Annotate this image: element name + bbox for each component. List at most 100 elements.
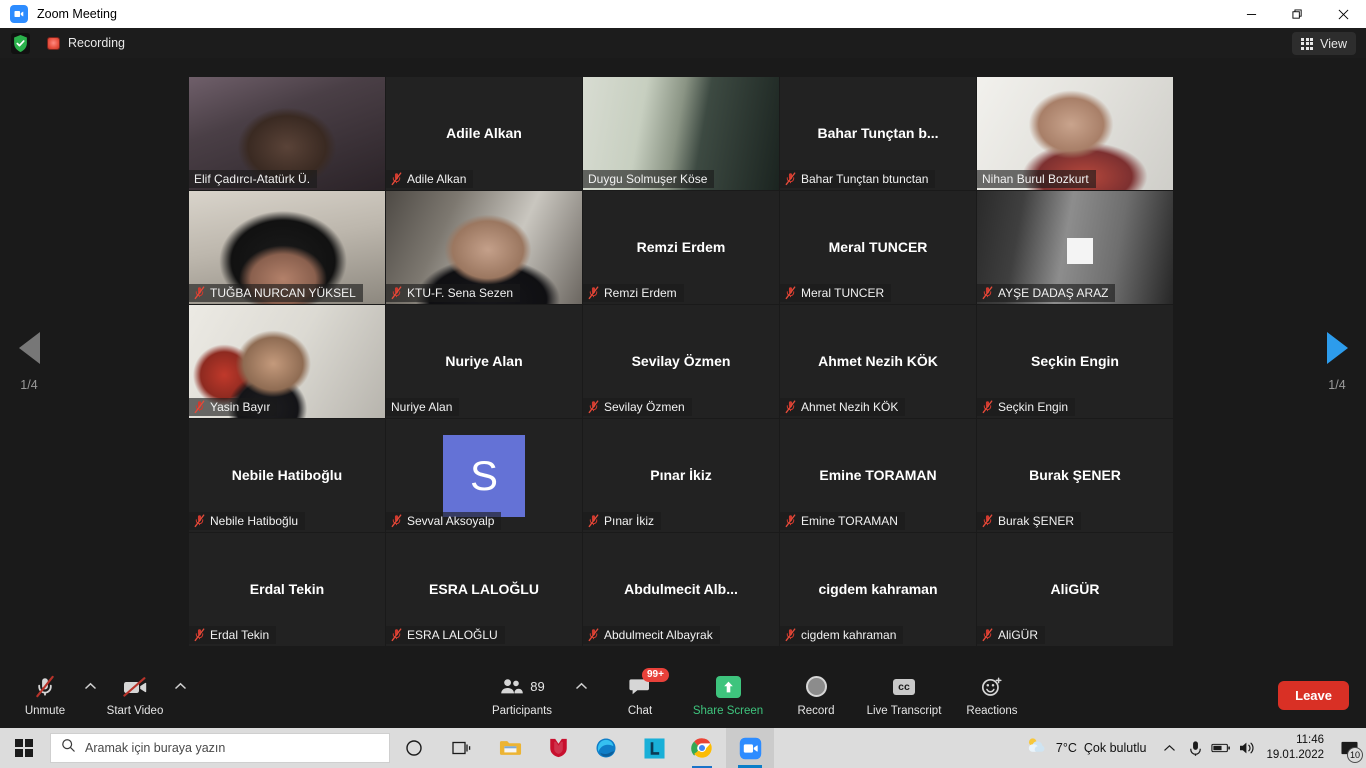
close-button[interactable] xyxy=(1320,0,1366,28)
participant-tile[interactable]: Seçkin EnginSeçkin Engin xyxy=(977,305,1173,418)
video-options-button[interactable] xyxy=(166,668,194,726)
next-page-button[interactable]: 1/4 xyxy=(1308,332,1366,392)
live-transcript-button[interactable]: cc Live Transcript xyxy=(860,668,948,726)
participant-tile[interactable]: Meral TUNCERMeral TUNCER xyxy=(780,191,976,304)
view-button[interactable]: View xyxy=(1292,32,1356,55)
participant-tile[interactable]: cigdem kahramancigdem kahraman xyxy=(780,533,976,646)
people-icon: 89 xyxy=(499,674,544,700)
participants-button[interactable]: 89 Participants xyxy=(478,668,566,726)
participant-tile[interactable]: Elif Çadırcı-Atatürk Ü. xyxy=(189,77,385,190)
participant-display-name: Abdulmecit Alb... xyxy=(616,581,746,598)
previous-page-button[interactable]: 1/4 xyxy=(0,332,58,392)
recording-label: Recording xyxy=(68,36,125,50)
participant-name-label: Adile Alkan xyxy=(407,172,466,186)
tray-expand-chevron-up-icon[interactable] xyxy=(1156,744,1182,753)
unmute-button[interactable]: Unmute xyxy=(14,668,76,726)
participant-tile[interactable]: Nuriye AlanNuriye Alan xyxy=(386,305,582,418)
participant-tile[interactable]: Duygu Solmuşer Köse xyxy=(583,77,779,190)
participant-name-label: Meral TUNCER xyxy=(801,286,884,300)
view-label: View xyxy=(1320,37,1347,51)
participant-display-name: Ahmet Nezih KÖK xyxy=(810,353,946,370)
reactions-button[interactable]: Reactions xyxy=(948,668,1036,726)
participant-name-bar: Yasin Bayır xyxy=(189,398,277,416)
taskbar-app-mcafee[interactable] xyxy=(534,728,582,768)
start-video-button[interactable]: Start Video xyxy=(104,668,166,726)
battery-icon[interactable] xyxy=(1208,742,1234,754)
encryption-shield-icon[interactable] xyxy=(11,33,30,54)
participant-name-bar: Bahar Tunçtan btunctan xyxy=(780,170,935,188)
participant-name-bar: Pınar İkiz xyxy=(583,512,661,530)
participant-name-label: Elif Çadırcı-Atatürk Ü. xyxy=(194,172,310,186)
window-title-bar: Zoom Meeting xyxy=(0,0,1366,28)
recording-indicator[interactable]: Recording xyxy=(47,36,125,50)
task-view-icon[interactable] xyxy=(438,728,486,768)
smiley-reaction-icon xyxy=(980,674,1004,700)
participant-name-label: Sevilay Özmen xyxy=(604,400,685,414)
system-tray: 7°C Çok bulutlu 11:46 xyxy=(1025,728,1366,768)
share-screen-button[interactable]: Share Screen xyxy=(684,668,772,726)
maximize-restore-button[interactable] xyxy=(1274,0,1320,28)
taskbar-clock[interactable]: 11:46 19.01.2022 xyxy=(1260,733,1332,764)
share-screen-label: Share Screen xyxy=(693,705,763,717)
speaker-icon[interactable] xyxy=(1234,740,1260,756)
search-input[interactable]: Aramak için buraya yazın xyxy=(50,733,390,763)
participant-tile[interactable]: Nihan Burul Bozkurt xyxy=(977,77,1173,190)
participants-label: Participants xyxy=(492,705,552,717)
action-center-icon[interactable]: 10 xyxy=(1332,728,1366,768)
participant-display-name: Adile Alkan xyxy=(438,125,530,142)
windows-start-icon[interactable] xyxy=(0,728,48,768)
participant-name-label: Pınar İkiz xyxy=(604,514,654,528)
participant-name-label: Duygu Solmuşer Köse xyxy=(588,172,707,186)
participant-tile[interactable]: Pınar İkizPınar İkiz xyxy=(583,419,779,532)
taskbar-app-chrome[interactable] xyxy=(678,728,726,768)
participant-tile[interactable]: AYŞE DADAŞ ARAZ xyxy=(977,191,1173,304)
taskbar-app-file-explorer[interactable] xyxy=(486,728,534,768)
participant-name-label: Nuriye Alan xyxy=(391,400,452,414)
participant-tile[interactable]: KTU-F. Sena Sezen xyxy=(386,191,582,304)
live-transcript-label: Live Transcript xyxy=(867,705,942,717)
microphone-icon[interactable] xyxy=(1182,740,1208,757)
participant-name-label: Emine TORAMAN xyxy=(801,514,898,528)
record-button[interactable]: Record xyxy=(772,668,860,726)
participant-tile[interactable]: TUĞBA NURCAN YÜKSEL xyxy=(189,191,385,304)
windows-taskbar: Aramak için buraya yazın xyxy=(0,728,1366,768)
participant-tile[interactable]: Sevilay ÖzmenSevilay Özmen xyxy=(583,305,779,418)
participant-tile[interactable]: ESRA LALOĞLUESRA LALOĞLU xyxy=(386,533,582,646)
taskbar-app-edge[interactable] xyxy=(582,728,630,768)
participants-options-button[interactable] xyxy=(566,668,596,726)
muted-microphone-icon xyxy=(194,514,205,528)
reactions-label: Reactions xyxy=(966,705,1017,717)
participant-tile[interactable]: Abdulmecit Alb...Abdulmecit Albayrak xyxy=(583,533,779,646)
muted-microphone-icon xyxy=(588,400,599,414)
taskbar-app-zoom[interactable] xyxy=(726,728,774,768)
weather-widget[interactable]: 7°C Çok bulutlu xyxy=(1025,736,1157,760)
participant-tile[interactable]: SSevval Aksoyalp xyxy=(386,419,582,532)
muted-microphone-icon xyxy=(391,286,402,300)
participant-tile[interactable]: Bahar Tunçtan b... Bahar Tunçtan btunctan xyxy=(780,77,976,190)
participant-tile[interactable]: AliGÜRAliGÜR xyxy=(977,533,1173,646)
muted-microphone-icon xyxy=(982,514,993,528)
participant-tile[interactable]: Ahmet Nezih KÖKAhmet Nezih KÖK xyxy=(780,305,976,418)
participant-tile[interactable]: Remzi ErdemRemzi Erdem xyxy=(583,191,779,304)
audio-options-button[interactable] xyxy=(76,668,104,726)
participant-tile[interactable]: Adile Alkan Adile Alkan xyxy=(386,77,582,190)
minimize-button[interactable] xyxy=(1228,0,1274,28)
muted-microphone-icon xyxy=(785,172,796,186)
next-page-label: 1/4 xyxy=(1328,378,1345,392)
participant-display-name: Bahar Tunçtan b... xyxy=(809,125,946,142)
participant-name-bar: Elif Çadırcı-Atatürk Ü. xyxy=(189,170,317,188)
participant-tile[interactable]: Burak ŞENERBurak ŞENER xyxy=(977,419,1173,532)
participant-tile[interactable]: Nebile HatiboğluNebile Hatiboğlu xyxy=(189,419,385,532)
participant-tile[interactable]: Yasin Bayır xyxy=(189,305,385,418)
leave-button[interactable]: Leave xyxy=(1278,681,1349,710)
participant-name-label: Seçkin Engin xyxy=(998,400,1068,414)
participant-display-name: ESRA LALOĞLU xyxy=(421,581,547,598)
chat-button[interactable]: 99+ Chat xyxy=(596,668,684,726)
participant-display-name: AliGÜR xyxy=(1043,581,1108,598)
muted-microphone-icon xyxy=(785,286,796,300)
participant-tile[interactable]: Emine TORAMANEmine TORAMAN xyxy=(780,419,976,532)
participant-tile[interactable]: Erdal TekinErdal Tekin xyxy=(189,533,385,646)
participant-name-label: Yasin Bayır xyxy=(210,400,270,414)
cortana-circle-icon[interactable] xyxy=(390,728,438,768)
taskbar-app-blue-l[interactable] xyxy=(630,728,678,768)
